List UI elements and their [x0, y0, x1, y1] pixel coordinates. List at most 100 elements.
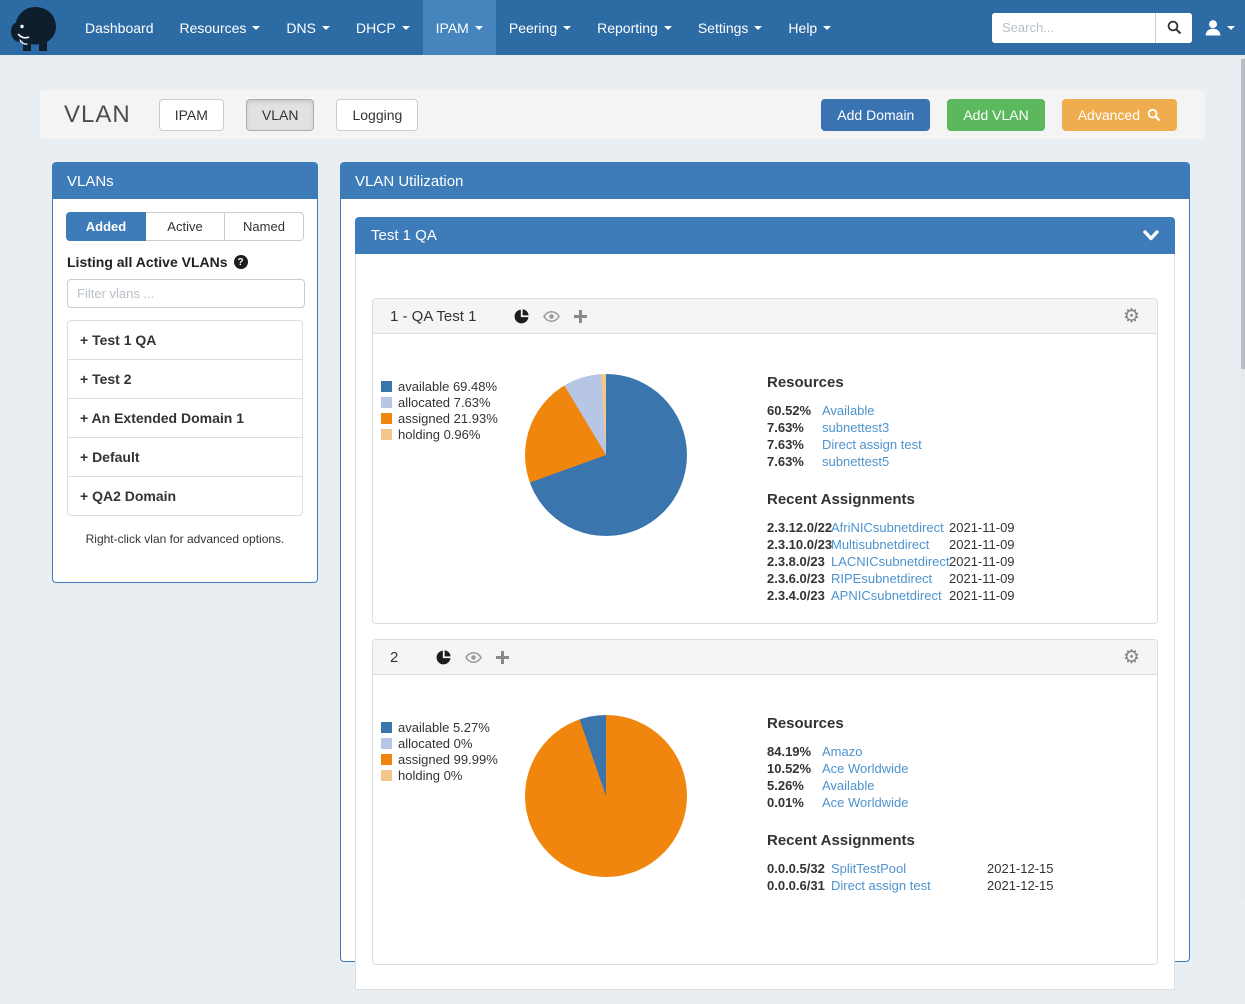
search-icon: [1147, 108, 1161, 122]
caret-down-icon: [823, 26, 831, 30]
elephant-logo-icon: [8, 4, 60, 54]
nav-item-dhcp[interactable]: DHCP: [343, 0, 423, 55]
resource-link[interactable]: subnettest3: [822, 420, 889, 435]
caret-down-icon: [402, 26, 410, 30]
resource-link[interactable]: Direct assign test: [822, 437, 922, 452]
assignment-link[interactable]: Direct assign test: [831, 878, 987, 893]
assignment-link[interactable]: AfriNICsubnetdirect: [831, 520, 949, 535]
help-icon[interactable]: ?: [234, 255, 248, 269]
assignments-rows: 2.3.12.0/22AfriNICsubnetdirect2021-11-09…: [767, 519, 1157, 604]
search-input[interactable]: [992, 13, 1155, 43]
list-menu-icon[interactable]: [601, 310, 615, 322]
nav-item-resources[interactable]: Resources: [167, 0, 274, 55]
card-1-body: available 69.48% allocated 7.63% assigne…: [373, 334, 1157, 623]
nav-item-settings[interactable]: Settings: [685, 0, 776, 55]
legend-swatch: [381, 754, 392, 765]
listing-label: Listing all Active VLANs ?: [67, 254, 303, 270]
resource-row: 0.01%Ace Worldwide: [767, 794, 1157, 811]
vlans-panel: VLANs Added Active Named Listing all Act…: [52, 162, 318, 583]
global-search: [992, 13, 1192, 43]
assignment-link[interactable]: RIPEsubnetdirect: [831, 571, 949, 586]
plus-icon[interactable]: [574, 310, 587, 323]
tab-logging[interactable]: Logging: [336, 99, 418, 131]
legend-row-assigned: assigned 21.93%: [381, 410, 498, 426]
recent-assignments-heading: Recent Assignments: [767, 491, 1157, 508]
page-scrollbar-thumb[interactable]: [1241, 59, 1245, 369]
resource-link[interactable]: Ace Worldwide: [822, 795, 908, 810]
nav-label: Dashboard: [85, 20, 154, 36]
nav-item-help[interactable]: Help: [775, 0, 844, 55]
card-2-header: 2: [373, 640, 1157, 675]
nav-label: Help: [788, 20, 817, 36]
nav-item-ipam[interactable]: IPAM: [423, 0, 496, 55]
tab-added[interactable]: Added: [66, 212, 146, 241]
legend-row-available: available 69.48%: [381, 378, 498, 394]
resource-link[interactable]: Available: [822, 778, 875, 793]
assignment-row: 2.3.10.0/23Multisubnetdirect2021-11-09: [767, 536, 1157, 553]
list-menu-icon[interactable]: [523, 651, 537, 663]
listing-label-text: Listing all Active VLANs: [67, 254, 228, 270]
legend-row-allocated: allocated 0%: [381, 735, 498, 751]
assignment-link[interactable]: APNICsubnetdirect: [831, 588, 949, 603]
resource-row: 7.63%Direct assign test: [767, 436, 1157, 453]
assignments-rows: 0.0.0.5/32SplitTestPool2021-12-15 0.0.0.…: [767, 860, 1157, 894]
resource-link[interactable]: subnettest5: [822, 454, 889, 469]
vlan-item-an-extended-domain-1[interactable]: + An Extended Domain 1: [68, 399, 302, 438]
resource-link[interactable]: Ace Worldwide: [822, 761, 908, 776]
legend-swatch: [381, 722, 392, 733]
card-title: 1 - QA Test 1: [390, 308, 476, 325]
resources-heading: Resources: [767, 715, 1157, 732]
assignment-link[interactable]: Multisubnetdirect: [831, 537, 949, 552]
add-vlan-button[interactable]: Add VLAN: [947, 99, 1044, 131]
nav-label: DNS: [286, 20, 316, 36]
vlan-item-default[interactable]: + Default: [68, 438, 302, 477]
vlan-item-qa2-domain[interactable]: + QA2 Domain: [68, 477, 302, 515]
resource-row: 84.19%Amazo: [767, 743, 1157, 760]
search-icon: [1167, 20, 1182, 35]
gear-icon[interactable]: ⚙: [1123, 307, 1140, 326]
filter-vlans-input[interactable]: [67, 279, 305, 308]
eye-icon[interactable]: [543, 311, 560, 322]
nav-item-peering[interactable]: Peering: [496, 0, 584, 55]
user-icon: [1204, 19, 1222, 36]
page-title: VLAN: [64, 101, 131, 129]
vlan-item-test-2[interactable]: + Test 2: [68, 360, 302, 399]
assignment-link[interactable]: LACNICsubnetdirect: [831, 554, 949, 569]
page-scrollbar-track[interactable]: [1241, 55, 1245, 898]
pie-chart-icon[interactable]: [514, 309, 529, 324]
tab-active[interactable]: Active: [146, 212, 225, 241]
card-2-details: Resources 84.19%Amazo 10.52%Ace Worldwid…: [767, 715, 1157, 894]
tab-vlan[interactable]: VLAN: [246, 99, 315, 131]
provision-elephant-logo[interactable]: [8, 4, 60, 54]
resource-link[interactable]: Available: [822, 403, 875, 418]
add-domain-button[interactable]: Add Domain: [821, 99, 930, 131]
search-button[interactable]: [1155, 13, 1192, 43]
tab-ipam[interactable]: IPAM: [159, 99, 224, 131]
resource-row: 7.63%subnettest3: [767, 419, 1157, 436]
caret-down-icon: [754, 26, 762, 30]
user-menu[interactable]: [1204, 19, 1235, 36]
accordion-test-1-qa[interactable]: Test 1 QA: [355, 217, 1175, 254]
assignment-row: 2.3.8.0/23LACNICsubnetdirect2021-11-09: [767, 553, 1157, 570]
plus-icon[interactable]: [496, 651, 509, 664]
legend-swatch: [381, 770, 392, 781]
caret-down-icon: [664, 26, 672, 30]
resource-link[interactable]: Amazo: [822, 744, 862, 759]
chevron-down-icon: [1143, 230, 1159, 241]
resource-row: 10.52%Ace Worldwide: [767, 760, 1157, 777]
vlans-panel-header: VLANs: [53, 163, 317, 199]
pie-chart-icon[interactable]: [436, 650, 451, 665]
card-1-details: Resources 60.52%Available 7.63%subnettes…: [767, 374, 1157, 604]
utilization-card-2: 2: [372, 639, 1158, 965]
nav-item-dashboard[interactable]: Dashboard: [72, 0, 167, 55]
legend-swatch: [381, 397, 392, 408]
assignment-link[interactable]: SplitTestPool: [831, 861, 987, 876]
legend-row-assigned: assigned 99.99%: [381, 751, 498, 767]
advanced-search-button[interactable]: Advanced: [1062, 99, 1177, 131]
nav-item-reporting[interactable]: Reporting: [584, 0, 685, 55]
eye-icon[interactable]: [465, 652, 482, 663]
tab-named[interactable]: Named: [225, 212, 304, 241]
vlan-item-test-1-qa[interactable]: + Test 1 QA: [68, 321, 302, 360]
nav-item-dns[interactable]: DNS: [273, 0, 343, 55]
gear-icon[interactable]: ⚙: [1123, 648, 1140, 667]
